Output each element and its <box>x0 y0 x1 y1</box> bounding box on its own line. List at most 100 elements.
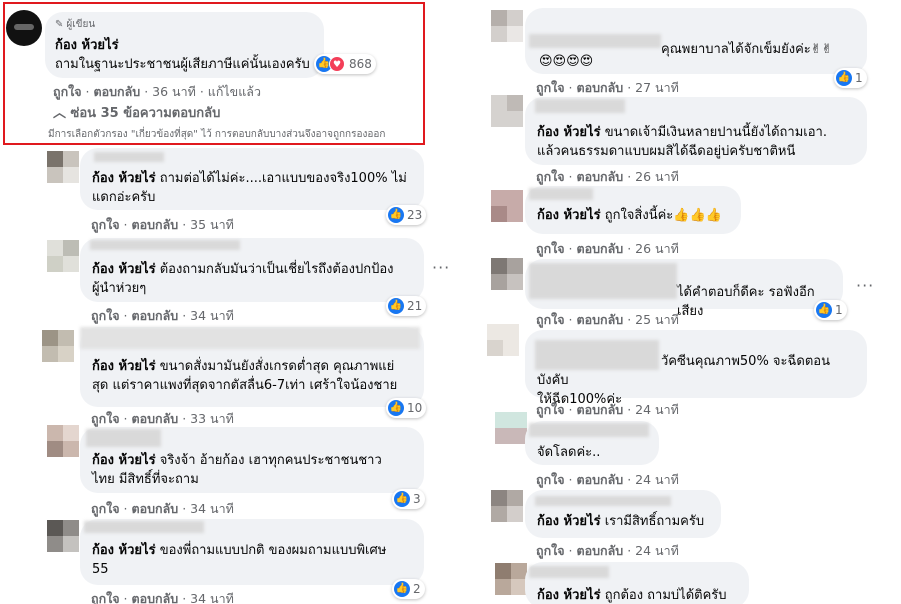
avatar[interactable] <box>47 425 79 457</box>
like-link[interactable]: ถูกใจ <box>91 411 120 426</box>
reaction-count[interactable]: 👍 10 <box>386 398 427 418</box>
reply-link[interactable]: ตอบกลับ <box>132 501 179 516</box>
avatar[interactable] <box>491 490 523 522</box>
reply-link[interactable]: ตอบกลับ <box>132 591 179 604</box>
reply-meta: ถูกใจ · ตอบกลับ · 34 นาที <box>91 308 234 323</box>
reply-bubble: คุณพยาบาลได้จักเข็มยังค่ะ✌✌ 😍😍😍😍 <box>525 8 867 74</box>
timestamp[interactable]: 34 นาที <box>190 591 234 604</box>
timestamp[interactable]: 24 นาที <box>635 402 679 417</box>
timestamp[interactable]: 34 นาที <box>190 501 234 516</box>
avatar[interactable] <box>47 151 79 183</box>
timestamp[interactable]: 24 นาที <box>635 543 679 558</box>
like-link[interactable]: ถูกใจ <box>536 543 565 558</box>
timestamp[interactable]: 27 นาที <box>635 80 679 95</box>
reply-bubble: ก้อง ห้วยไร่ ขนาดสั่งมามันยังสั่งเกรดต่ำ… <box>80 327 424 407</box>
like-icon: 👍 <box>816 302 832 318</box>
reply-text: ก้อง ห้วยไร่ ถามต่อได้ไม่ค่ะ....เอาแบบขอ… <box>92 171 407 205</box>
commenter-name[interactable]: ก้อง ห้วยไร่ <box>92 171 156 186</box>
reply-link[interactable]: ตอบกลับ <box>577 241 624 256</box>
reply-bubble: ก้อง ห้วยไร่ ขนาดเจ้ามีเงินหลายปานนี้ยัง… <box>525 97 867 165</box>
timestamp[interactable]: 33 นาที <box>190 411 234 426</box>
more-options-icon[interactable]: ··· <box>856 276 874 295</box>
timestamp[interactable]: 35 นาที <box>190 217 234 232</box>
reply-link[interactable]: ตอบกลับ <box>577 80 624 95</box>
timestamp[interactable]: 24 นาที <box>635 472 679 487</box>
emoji-row: 😍😍😍😍 <box>539 54 594 69</box>
reply-link[interactable]: ตอบกลับ <box>577 402 624 417</box>
like-link[interactable]: ถูกใจ <box>536 241 565 256</box>
reply-link[interactable]: ตอบกลับ <box>132 308 179 323</box>
reply-text: ก้อง ห้วยไร่ ขนาดเจ้ามีเงินหลายปานนี้ยัง… <box>537 125 827 159</box>
commenter-name[interactable]: ก้อง ห้วยไร่ <box>92 262 156 277</box>
reply-bubble: ก้อง ห้วยไร่ ต้องถามกลับมันว่าเป็นเชี่ยไ… <box>80 238 424 302</box>
reply-bubble: ก้อง ห้วยไร่ จริงจ้า อ้ายก้อง เฮาทุกคนปร… <box>80 427 424 493</box>
like-link[interactable]: ถูกใจ <box>536 472 565 487</box>
reply-link[interactable]: ตอบกลับ <box>577 472 624 487</box>
reply-text: ก้อง ห้วยไร่ เรามีสิทธิ์ถามครับ <box>537 514 705 529</box>
commenter-name[interactable]: ก้อง ห้วยไร่ <box>537 208 601 223</box>
timestamp[interactable]: 26 นาที <box>635 169 679 184</box>
like-icon: 👍 <box>388 207 404 223</box>
timestamp[interactable]: 25 นาที <box>635 312 679 327</box>
like-link[interactable]: ถูกใจ <box>91 501 120 516</box>
like-link[interactable]: ถูกใจ <box>536 402 565 417</box>
reply-meta: ถูกใจ · ตอบกลับ · 27 นาที <box>536 80 679 95</box>
reply-meta: ถูกใจ · ตอบกลับ · 25 นาที <box>536 312 679 327</box>
reply-bubble: จัดโลดค่ะ.. <box>525 421 659 465</box>
commenter-name[interactable]: ก้อง ห้วยไร่ <box>92 359 156 374</box>
reaction-count[interactable]: 👍 1 <box>834 68 867 88</box>
like-icon: 👍 <box>388 298 404 314</box>
reaction-count[interactable]: 👍 1 <box>814 300 847 320</box>
reply-link[interactable]: ตอบกลับ <box>577 169 624 184</box>
avatar[interactable] <box>495 563 527 595</box>
commenter-name[interactable]: ก้อง ห้วยไร่ <box>537 514 601 529</box>
like-icon: 👍 <box>388 400 404 416</box>
timestamp[interactable]: 34 นาที <box>190 308 234 323</box>
avatar[interactable] <box>491 190 523 222</box>
commenter-name[interactable]: ก้อง ห้วยไร่ <box>92 453 156 468</box>
like-link[interactable]: ถูกใจ <box>536 312 565 327</box>
like-link[interactable]: ถูกใจ <box>91 217 120 232</box>
commenter-name[interactable]: ก้อง ห้วยไร่ <box>537 125 601 140</box>
reply-meta: ถูกใจ · ตอบกลับ · 33 นาที <box>91 411 234 426</box>
reply-bubble: ก้อง ห้วยไร่ เรามีสิทธิ์ถามครับ <box>525 490 721 538</box>
avatar[interactable] <box>47 520 79 552</box>
reaction-count[interactable]: 👍 23 <box>386 205 427 225</box>
like-icon: 👍 <box>836 70 852 86</box>
reaction-count[interactable]: 👍 2 <box>392 579 425 599</box>
reply-bubble: ก้อง ห้วยไร่ ของพี่ถามแบบปกติ ของผมถามแบ… <box>80 519 424 585</box>
avatar[interactable] <box>491 258 523 290</box>
reply-link[interactable]: ตอบกลับ <box>132 217 179 232</box>
reply-link[interactable]: ตอบกลับ <box>577 543 624 558</box>
like-link[interactable]: ถูกใจ <box>536 169 565 184</box>
reply-link[interactable]: ตอบกลับ <box>132 411 179 426</box>
avatar[interactable] <box>491 10 523 42</box>
avatar[interactable] <box>47 240 79 272</box>
avatar[interactable] <box>495 412 527 444</box>
like-icon: 👍 <box>394 581 410 597</box>
reply-text: คุณพยาบาลได้จักเข็มยังค่ะ✌✌ <box>661 42 833 57</box>
commenter-name[interactable]: ก้อง ห้วยไร่ <box>92 543 156 558</box>
more-options-icon[interactable]: ··· <box>432 258 450 277</box>
reply-meta: ถูกใจ · ตอบกลับ · 35 นาที <box>91 217 234 232</box>
reaction-count[interactable]: 👍 3 <box>392 489 425 509</box>
reply-text: ก้อง ห้วยไร่ จริงจ้า อ้ายก้อง เฮาทุกคนปร… <box>92 453 382 487</box>
reaction-count[interactable]: 👍 21 <box>386 296 427 316</box>
reply-text: ก้อง ห้วยไร่ ของพี่ถามแบบปกติ ของผมถามแบ… <box>92 543 387 577</box>
avatar[interactable] <box>491 95 523 127</box>
reply-text: ได้คำตอบก็ดีคะ รอฟังอีกเสียง <box>677 285 815 319</box>
reply-meta: ถูกใจ · ตอบกลับ · 24 นาที <box>536 402 679 417</box>
reply-meta: ถูกใจ · ตอบกลับ · 34 นาที <box>91 501 234 516</box>
reply-link[interactable]: ตอบกลับ <box>577 312 624 327</box>
commenter-name[interactable]: ก้อง ห้วยไร่ <box>537 588 601 603</box>
reply-meta: ถูกใจ · ตอบกลับ · 26 นาที <box>536 169 679 184</box>
reply-meta: ถูกใจ · ตอบกลับ · 24 นาที <box>536 543 679 558</box>
reply-meta: ถูกใจ · ตอบกลับ · 24 นาที <box>536 472 679 487</box>
like-link[interactable]: ถูกใจ <box>91 591 120 604</box>
timestamp[interactable]: 26 นาที <box>635 241 679 256</box>
comment-thread: ✎ ผู้เขียน ก้อง ห้วยไร่ ถามในฐานะประชาชน… <box>0 0 901 604</box>
like-link[interactable]: ถูกใจ <box>91 308 120 323</box>
avatar[interactable] <box>487 324 519 356</box>
like-link[interactable]: ถูกใจ <box>536 80 565 95</box>
avatar[interactable] <box>42 330 74 362</box>
